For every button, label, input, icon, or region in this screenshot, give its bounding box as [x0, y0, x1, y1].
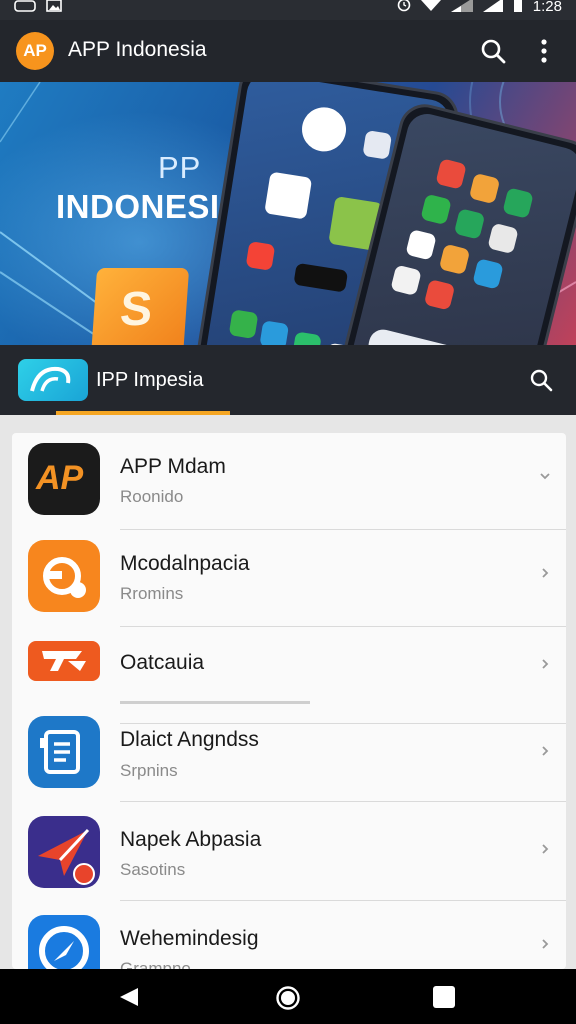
- recents-icon[interactable]: [433, 986, 455, 1008]
- list-item[interactable]: Wehemindesig Grampno: [12, 901, 566, 969]
- list-item[interactable]: Dlaict Angndss Srpnins: [12, 704, 566, 802]
- app-bar: AP APP Indonesia: [0, 20, 576, 82]
- app-logo-icon: AP: [28, 443, 100, 515]
- app-name: Napek Abpasia: [120, 828, 262, 851]
- app-name: Dlaict Angndss: [120, 728, 259, 751]
- back-icon[interactable]: [118, 986, 140, 1013]
- signal-icon-2: [482, 0, 503, 17]
- chevron-right-icon: [538, 657, 552, 671]
- list-item[interactable]: Napek Abpasia Sasotins: [12, 802, 566, 901]
- banner-title: INDONESIA: [56, 188, 244, 225]
- image-icon: [46, 0, 62, 15]
- chevron-right-icon: [538, 566, 552, 580]
- search-icon[interactable]: [478, 36, 508, 66]
- app-subtitle: Rromins: [120, 584, 184, 603]
- chevron-right-icon: [538, 744, 552, 758]
- promo-banner[interactable]: PP INDONESIA S: [0, 82, 576, 345]
- app-subtitle: Roonido: [120, 487, 184, 506]
- list-area: AP APP Mdam Roonido Mcodalnpacia Rromins: [0, 415, 576, 969]
- wifi-icon: [421, 0, 441, 17]
- compass-app-icon: [28, 915, 100, 969]
- home-icon[interactable]: [275, 985, 301, 1016]
- chevron-right-icon: [538, 937, 552, 951]
- app-subtitle: Sasotins: [120, 860, 186, 879]
- app-title: APP Indonesia: [68, 38, 207, 61]
- banner-subtitle: PP: [158, 150, 202, 185]
- app-name: APP Mdam: [120, 455, 226, 478]
- status-bar: 1:28: [0, 0, 576, 20]
- status-time: 1:28: [532, 0, 562, 15]
- banner-tile-letter: S: [118, 283, 155, 336]
- notification-icon: [14, 0, 36, 15]
- app-subtitle: Srpnins: [120, 761, 178, 780]
- navigation-app-icon: [28, 816, 100, 888]
- tab-label[interactable]: IPP Impesia: [96, 369, 203, 392]
- list-item[interactable]: Mcodalnpacia Rromins: [12, 530, 566, 627]
- alarm-icon: [397, 0, 411, 17]
- app-name: Oatcauia: [120, 651, 205, 674]
- more-options-icon[interactable]: [532, 36, 556, 66]
- battery-icon: [513, 0, 523, 17]
- document-app-icon: [28, 716, 100, 788]
- app-name: Wehemindesig: [120, 927, 259, 950]
- chevron-down-icon: [538, 469, 552, 483]
- app-list: AP APP Mdam Roonido Mcodalnpacia Rromins: [12, 433, 566, 969]
- app-name: Mcodalnpacia: [120, 552, 250, 575]
- tab-search-icon[interactable]: [528, 367, 554, 393]
- tab-logo-icon: [18, 359, 88, 401]
- app-subtitle: Grampno: [120, 959, 191, 969]
- banner-tile: S: [90, 268, 190, 345]
- app-logo: AP: [16, 32, 54, 70]
- signal-icon: [450, 0, 473, 17]
- tab-strip: IPP Impesia: [0, 345, 576, 415]
- chevron-right-icon: [538, 842, 552, 856]
- fm-app-icon: [28, 641, 100, 681]
- refresh-app-icon: [28, 540, 100, 612]
- system-nav-bar: [0, 969, 576, 1024]
- list-item[interactable]: AP APP Mdam Roonido: [12, 433, 566, 530]
